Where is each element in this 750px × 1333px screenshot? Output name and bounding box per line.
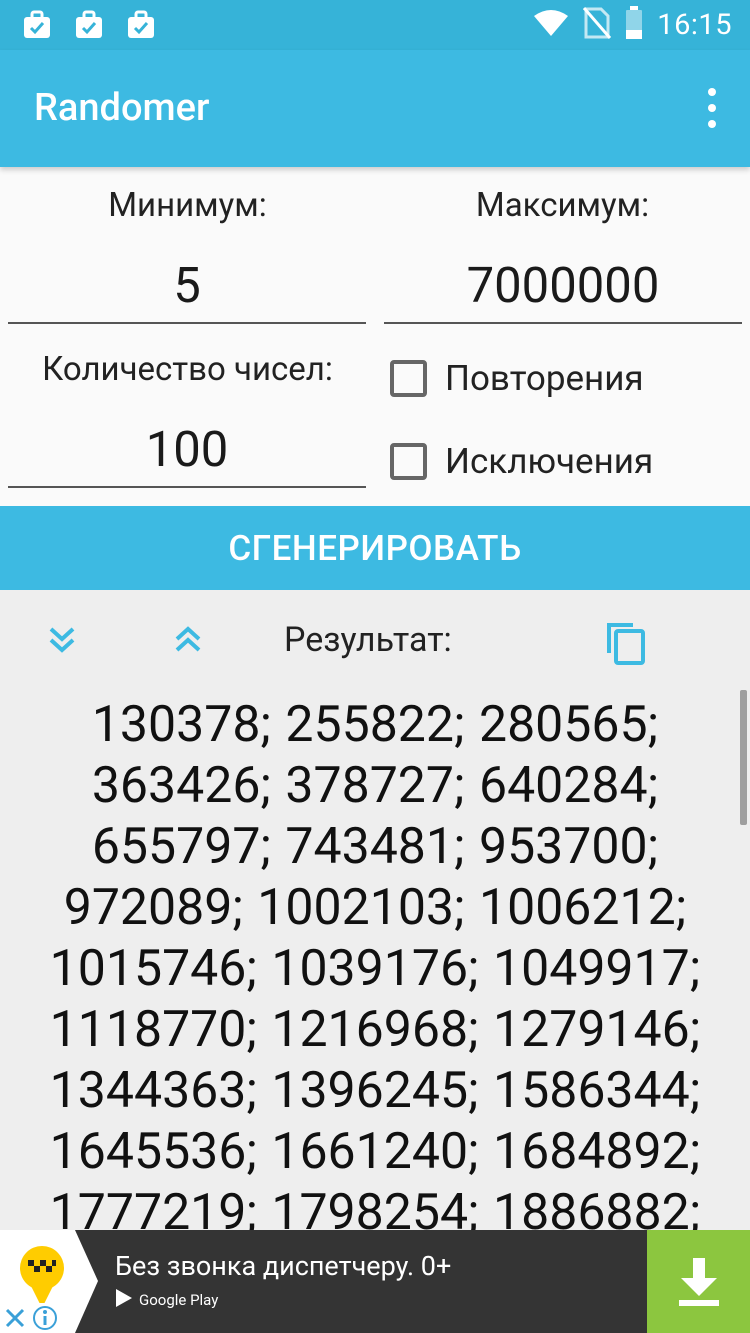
- status-time: 16:15: [657, 8, 732, 42]
- ad-banner[interactable]: Без звонка диспетчеру. 0+ Google Play: [0, 1230, 750, 1333]
- battery-icon: [625, 6, 643, 44]
- count-input[interactable]: 100: [8, 416, 366, 488]
- copy-icon[interactable]: [598, 614, 652, 668]
- wifi-icon: [533, 8, 569, 42]
- result-text: 130378; 255822; 280565; 363426; 378727; …: [49, 696, 701, 1230]
- google-play-icon: [115, 1288, 133, 1312]
- result-toolbar: Результат:: [0, 590, 750, 690]
- app-bar: Randomer: [0, 50, 750, 167]
- app-title: Randomer: [34, 86, 210, 130]
- min-input[interactable]: 5: [8, 252, 366, 324]
- briefcase-check-icon: [126, 10, 156, 44]
- ad-text: Без звонка диспетчеру. 0+: [115, 1250, 452, 1282]
- more-vert-icon[interactable]: [702, 88, 722, 128]
- generate-button[interactable]: СГЕНЕРИРОВАТЬ: [0, 506, 750, 590]
- ad-store-label: Google Play: [139, 1291, 219, 1309]
- briefcase-check-icon: [22, 10, 52, 44]
- max-label: Максимум:: [475, 186, 650, 225]
- info-icon[interactable]: [30, 1303, 60, 1333]
- no-sim-icon: [583, 6, 612, 44]
- status-bar: 16:15: [0, 0, 750, 50]
- notification-icons: [22, 10, 156, 44]
- result-label: Результат:: [284, 620, 452, 660]
- result-scrollbar[interactable]: [740, 690, 747, 825]
- close-icon[interactable]: [0, 1303, 30, 1333]
- result-area: Результат: 130378; 255822; 280565; 36342…: [0, 590, 750, 1230]
- min-label: Минимум:: [108, 186, 267, 225]
- system-icons: 16:15: [533, 6, 732, 44]
- repeats-checkbox[interactable]: [390, 360, 427, 397]
- chevron-double-up-icon[interactable]: [166, 618, 210, 662]
- count-label: Количество чисел:: [42, 350, 333, 389]
- repeats-checkbox-row[interactable]: Повторения: [390, 358, 644, 399]
- repeats-label: Повторения: [445, 358, 644, 399]
- briefcase-check-icon: [74, 10, 104, 44]
- download-icon[interactable]: [647, 1230, 750, 1333]
- exclusions-checkbox-row[interactable]: Исключения: [390, 441, 653, 482]
- chevron-double-down-icon[interactable]: [40, 618, 84, 662]
- exclusions-checkbox[interactable]: [390, 443, 427, 480]
- exclusions-label: Исключения: [445, 441, 654, 482]
- ad-corner-controls: [0, 1303, 66, 1333]
- max-input[interactable]: 7000000: [384, 252, 742, 324]
- ad-store: Google Play: [115, 1288, 218, 1312]
